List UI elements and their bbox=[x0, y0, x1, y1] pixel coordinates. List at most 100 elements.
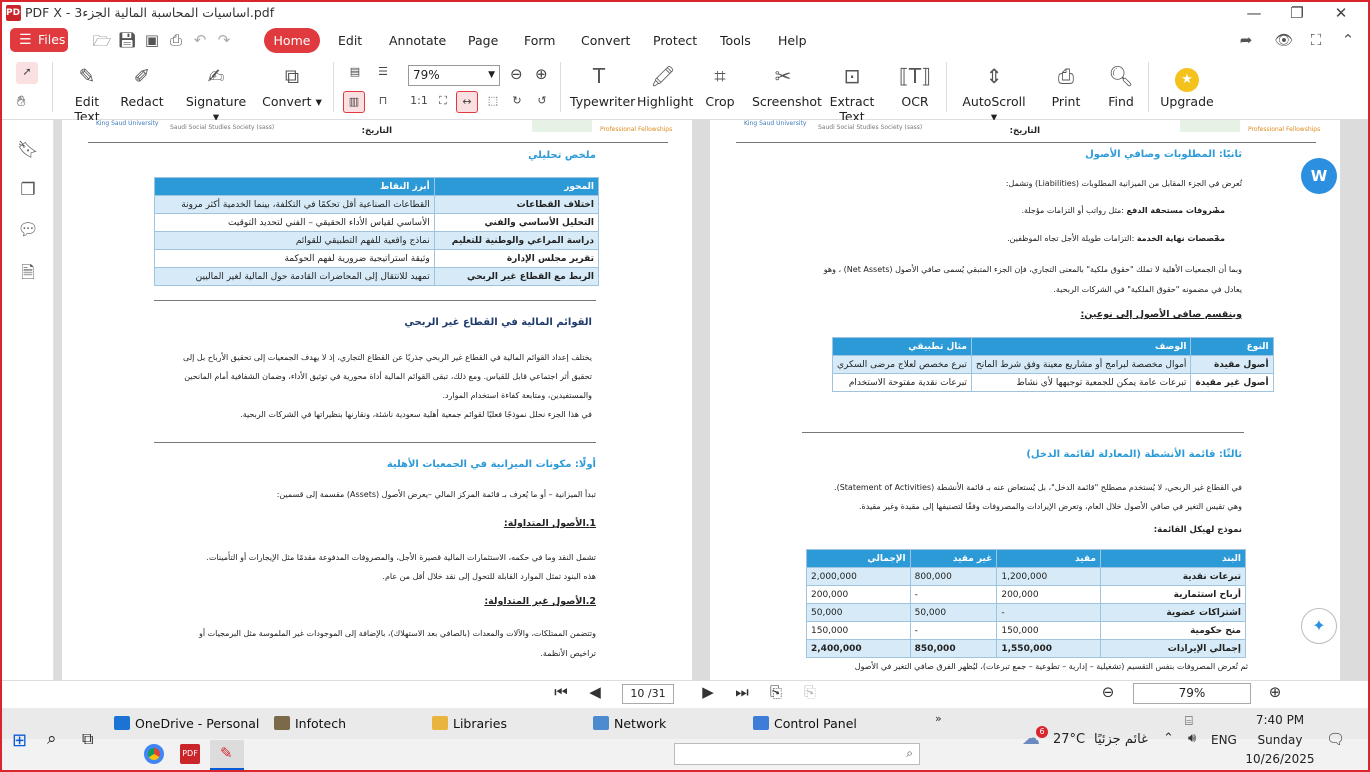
close-icon[interactable]: ✕ bbox=[1321, 2, 1361, 24]
windows-start-icon[interactable]: ⊞ bbox=[12, 730, 27, 751]
save-icon[interactable]: 💾︎ bbox=[117, 31, 137, 49]
print-icon[interactable]: ⎙ bbox=[166, 31, 186, 49]
actual-size-icon[interactable]: 1:1 bbox=[408, 91, 430, 113]
next-page-icon[interactable]: ▶ bbox=[698, 683, 718, 701]
edit-text-button[interactable]: ✎ Edit Text bbox=[62, 62, 112, 124]
menu-protect[interactable]: Protect bbox=[653, 33, 697, 48]
first-page-icon[interactable]: ⏮ bbox=[551, 683, 571, 701]
undo-icon[interactable]: ↶ bbox=[190, 31, 210, 49]
menu-form[interactable]: Form bbox=[524, 33, 556, 48]
toolbar-libraries[interactable]: Libraries bbox=[432, 716, 507, 731]
extract-text-button[interactable]: ⊡ Extract Text bbox=[821, 62, 883, 124]
select-tool-icon[interactable]: ➚ bbox=[16, 62, 38, 84]
toolbar-overflow-icon[interactable]: » bbox=[935, 712, 942, 725]
status-zoom-out-icon[interactable]: ⊖ bbox=[1098, 683, 1118, 701]
zoom-out-icon[interactable]: ⊖ bbox=[510, 65, 523, 83]
pdfx-taskbar-icon[interactable]: PDF bbox=[180, 744, 200, 764]
read-mode-icon[interactable]: 👁︎ bbox=[1274, 31, 1294, 49]
task-view-icon[interactable]: ⧉ bbox=[82, 729, 93, 749]
menu-page[interactable]: Page bbox=[468, 33, 498, 48]
weather-text[interactable]: غائم جزئيًا bbox=[1094, 732, 1148, 747]
language-indicator[interactable]: ENG bbox=[1211, 733, 1237, 747]
convert-button[interactable]: ⧉ Convert ▾ bbox=[262, 62, 322, 109]
toolbar-infotech[interactable]: Infotech bbox=[274, 716, 346, 731]
clock-day[interactable]: Sunday bbox=[1252, 733, 1308, 747]
show-hidden-icons[interactable]: ⌃ bbox=[1163, 731, 1174, 746]
typewriter-button[interactable]: T Typewriter bbox=[570, 62, 635, 109]
signature-button[interactable]: ✍︎ Signature ▾ bbox=[181, 62, 251, 124]
menu-home[interactable]: Home bbox=[264, 28, 320, 53]
toolbar-network[interactable]: Network bbox=[593, 716, 666, 731]
redo-icon[interactable]: ↷ bbox=[214, 31, 234, 49]
fit-page-icon[interactable]: ⛶ bbox=[432, 91, 454, 113]
highlight-button[interactable]: 🖍︎ Highlight bbox=[637, 62, 693, 109]
previous-page-icon[interactable]: ◀ bbox=[585, 683, 605, 701]
continuous-page-icon[interactable]: ☰ bbox=[372, 62, 394, 84]
autoscroll-button[interactable]: ⇕ AutoScroll ▾ bbox=[958, 62, 1030, 124]
active-app-slot[interactable]: ✎ bbox=[210, 740, 244, 770]
table-row: أصول غير مقيدة تبرعات عامة يمكن للجمعية ت… bbox=[832, 373, 1274, 392]
toolbar-onedrive[interactable]: OneDrive - Personal bbox=[114, 716, 259, 731]
find-button[interactable]: 🔍︎ Find bbox=[1105, 62, 1137, 109]
volume-icon[interactable]: 🔊︎ bbox=[1188, 731, 1196, 746]
clock-time[interactable]: 7:40 PM bbox=[1252, 713, 1308, 727]
menu-help[interactable]: Help bbox=[778, 33, 807, 48]
weather-temp[interactable]: 27°C bbox=[1053, 732, 1085, 747]
restore-icon[interactable]: ❐ bbox=[1277, 2, 1317, 24]
menu-annotate[interactable]: Annotate bbox=[389, 33, 446, 48]
logo-ksu: King Saud University bbox=[744, 120, 807, 127]
hand-tool-icon[interactable]: ✋︎ bbox=[17, 92, 26, 110]
zoom-select[interactable]: 79% ▼ bbox=[408, 65, 500, 86]
cover-page-icon[interactable]: ⊓ bbox=[372, 91, 394, 113]
menu-tools[interactable]: Tools bbox=[720, 33, 751, 48]
two-page-icon[interactable]: ▥ bbox=[343, 91, 365, 113]
print-button[interactable]: ⎙ Print bbox=[1049, 62, 1083, 109]
comments-icon[interactable]: 💬︎ bbox=[17, 220, 39, 240]
page-number-input[interactable]: 10 /31 bbox=[622, 684, 674, 704]
search-icon[interactable]: ⌕ bbox=[47, 729, 57, 749]
table-cell: 2,400,000 bbox=[806, 639, 911, 658]
fullscreen-icon[interactable]: ⛶ bbox=[1306, 31, 1326, 49]
document-view[interactable]: King Saud University Saudi Social Studie… bbox=[54, 120, 1370, 680]
go-back-icon[interactable]: ⎘ bbox=[766, 683, 786, 701]
open-folder-icon[interactable]: 🗁 bbox=[92, 31, 112, 56]
divider bbox=[154, 300, 596, 301]
bookmark-icon[interactable]: 🔖︎ bbox=[17, 140, 39, 160]
toolbar-control-panel[interactable]: Control Panel bbox=[753, 716, 857, 731]
upgrade-button[interactable]: ★ Upgrade bbox=[1160, 62, 1214, 109]
zoom-in-icon[interactable]: ⊕ bbox=[535, 65, 548, 83]
minimize-icon[interactable]: — bbox=[1234, 2, 1274, 24]
meet-now-icon[interactable]: ⌸ bbox=[1185, 714, 1193, 729]
chrome-icon[interactable] bbox=[144, 744, 164, 764]
screenshot-button[interactable]: ✂ Screenshot bbox=[752, 62, 822, 109]
table-cell: دراسة المراعي والوطنية للتعليم bbox=[433, 231, 600, 250]
clock-date[interactable]: 10/26/2025 bbox=[1244, 752, 1316, 766]
thumbnails-icon[interactable]: ❐ bbox=[17, 180, 39, 200]
rotate-clockwise-icon[interactable]: ↻ bbox=[506, 91, 528, 113]
single-page-icon[interactable]: ▤ bbox=[344, 62, 366, 84]
fit-visible-icon[interactable]: ⬚ bbox=[482, 91, 504, 113]
fit-width-icon[interactable]: ↔ bbox=[456, 91, 478, 113]
save-as-icon[interactable]: ▣ bbox=[142, 31, 162, 49]
convert-to-word-icon[interactable]: W bbox=[1301, 158, 1337, 194]
notifications-icon[interactable]: 🗨︎ bbox=[1326, 730, 1345, 748]
taskbar-search-field[interactable]: ⌕ bbox=[674, 743, 920, 765]
status-zoom-in-icon[interactable]: ⊕ bbox=[1265, 683, 1285, 701]
sub2-body: وتتضمن الممتلكات، والآلات والمعدات (بالص… bbox=[198, 629, 596, 658]
crop-button[interactable]: ⌗ Crop bbox=[703, 62, 737, 109]
files-button[interactable]: ☰ Files bbox=[10, 28, 68, 52]
status-zoom-input[interactable]: 79% bbox=[1133, 683, 1251, 704]
go-forward-icon[interactable]: ⎘ bbox=[800, 683, 820, 701]
attachments-icon[interactable]: 🗎 bbox=[17, 260, 39, 289]
logo-social-mark bbox=[532, 120, 592, 132]
left-sidebar bbox=[0, 120, 54, 680]
rotate-counterclockwise-icon[interactable]: ↺ bbox=[531, 91, 553, 113]
collapse-ribbon-icon[interactable]: ⌃ bbox=[1338, 31, 1358, 49]
menu-convert[interactable]: Convert bbox=[581, 33, 630, 48]
last-page-icon[interactable]: ⏭ bbox=[732, 683, 752, 701]
ai-assistant-icon[interactable]: ✦ bbox=[1301, 608, 1337, 644]
redact-button[interactable]: ✐ Redact bbox=[120, 62, 164, 109]
menu-edit[interactable]: Edit bbox=[338, 33, 362, 48]
ocr-button[interactable]: ⟦T⟧ OCR bbox=[899, 62, 931, 109]
share-icon[interactable]: ➦ bbox=[1236, 31, 1256, 49]
